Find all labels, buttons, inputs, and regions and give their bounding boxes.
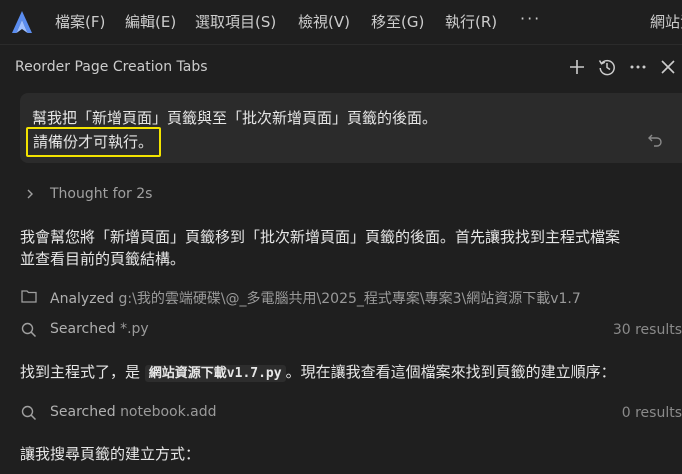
folder-icon	[21, 290, 37, 303]
menu-file[interactable]: 檔案(F)	[55, 13, 105, 31]
prompt-line-1: 幫我把「新增頁面」頁籤與至「批次新增頁面」頁籤的後面。	[32, 109, 438, 127]
search-icon	[21, 405, 37, 421]
analyzed-path: g:\我的雲端硬碟\@_多電腦共用\2025_程式專案\專案3\網站資源下載v1…	[118, 291, 581, 307]
search-step-1[interactable]: Searched *.py	[50, 321, 149, 337]
found-suffix: 。現在讓我查看這個檔案來找到頁籤的建立順序：	[285, 363, 616, 381]
highlight-box: 請備份才可執行。	[26, 127, 162, 157]
search-2-query: notebook.add	[120, 404, 217, 420]
more-options-icon[interactable]	[628, 57, 648, 77]
user-prompt-bubble[interactable]: 幫我把「新增頁面」頁籤與至「批次新增頁面」頁籤的後面。 請備份才可執行。	[20, 93, 682, 163]
file-name-code[interactable]: 網站資源下載v1.7.py	[144, 365, 286, 382]
assistant-message-line-2: 並查看目前的頁籤結構。	[20, 250, 186, 268]
app-logo-icon	[12, 11, 32, 33]
panel-header: Reorder Page Creation Tabs	[0, 45, 682, 89]
search-2-count: 0 results	[621, 405, 682, 421]
panel-title: Reorder Page Creation Tabs	[15, 59, 208, 75]
assistant-message-found: 找到主程式了，是 網站資源下載v1.7.py 。現在讓我查看這個檔案來找到頁籤的建…	[20, 361, 616, 382]
assistant-message-search-how: 讓我搜尋頁籤的建立方式：	[20, 445, 201, 463]
undo-icon[interactable]	[647, 132, 663, 148]
history-icon[interactable]	[597, 57, 617, 77]
analyzed-step[interactable]: Analyzed g:\我的雲端硬碟\@_多電腦共用\2025_程式專案\專案3…	[50, 288, 581, 308]
assistant-message-line-1: 我會幫您將「新增頁面」頁籤移到「批次新增頁面」頁籤的後面。首先讓我找到主程式檔案	[20, 228, 621, 246]
menu-bar: 檔案(F) 編輯(E) 選取項目(S) 檢視(V) 移至(G) 執行(R) ··…	[0, 0, 682, 45]
menu-selection[interactable]: 選取項目(S)	[195, 13, 276, 31]
menu-view[interactable]: 檢視(V)	[298, 13, 350, 31]
menu-more-icon[interactable]: ···	[520, 9, 541, 28]
menu-go[interactable]: 移至(G)	[371, 13, 424, 31]
search-icon	[21, 322, 37, 338]
window-title: 網站資	[650, 13, 682, 31]
chevron-right-icon[interactable]	[24, 186, 36, 202]
search-step-2[interactable]: Searched notebook.add	[50, 404, 217, 420]
menu-run[interactable]: 執行(R)	[445, 13, 497, 31]
analyzed-label: Analyzed	[50, 291, 115, 307]
close-icon[interactable]	[658, 57, 678, 77]
search-1-label: Searched	[50, 321, 116, 337]
search-1-query: *.py	[120, 321, 149, 337]
search-2-label: Searched	[50, 404, 116, 420]
plus-icon[interactable]	[567, 57, 587, 77]
menu-edit[interactable]: 編輯(E)	[125, 13, 176, 31]
found-prefix: 找到主程式了，是	[20, 363, 141, 381]
search-1-count: 30 results	[612, 322, 682, 338]
prompt-line-2: 請備份才可執行。	[33, 133, 154, 151]
thought-toggle[interactable]: Thought for 2s	[50, 186, 152, 202]
